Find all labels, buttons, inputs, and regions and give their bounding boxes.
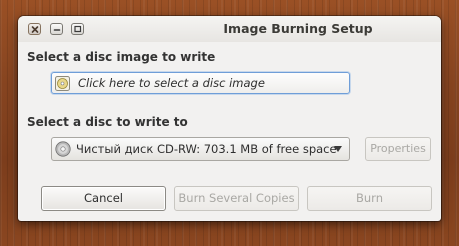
maximize-icon: [74, 25, 82, 33]
image-section-label: Select a disc image to write: [27, 50, 216, 64]
burn-button[interactable]: Burn: [307, 186, 432, 211]
disc-image-chooser-text: Click here to select a disc image: [78, 76, 265, 90]
optical-disc-icon: [55, 141, 71, 157]
disc-image-icon: [55, 76, 70, 91]
cancel-button[interactable]: Cancel: [41, 186, 166, 211]
burn-several-copies-button[interactable]: Burn Several Copies: [174, 186, 299, 211]
window-title: Image Burning Setup: [223, 21, 373, 36]
dropdown-arrow-icon: [334, 146, 342, 152]
minimize-icon: [53, 29, 61, 31]
minimize-button[interactable]: [50, 23, 63, 35]
disc-select-dropdown[interactable]: Чистый диск CD-RW: 703.1 MB of free spac…: [51, 137, 350, 161]
close-icon: [31, 26, 39, 33]
disc-section-label: Select a disc to write to: [27, 115, 188, 129]
image-burning-setup-dialog: Image Burning Setup Select a disc image …: [18, 16, 441, 221]
disc-image-chooser[interactable]: Click here to select a disc image: [51, 72, 350, 94]
maximize-button[interactable]: [71, 23, 84, 35]
properties-button[interactable]: Properties: [365, 137, 431, 161]
close-button[interactable]: [28, 23, 41, 35]
disc-select-value: Чистый диск CD-RW: 703.1 MB of free spac…: [76, 142, 337, 156]
title-bar[interactable]: Image Burning Setup: [18, 16, 441, 42]
